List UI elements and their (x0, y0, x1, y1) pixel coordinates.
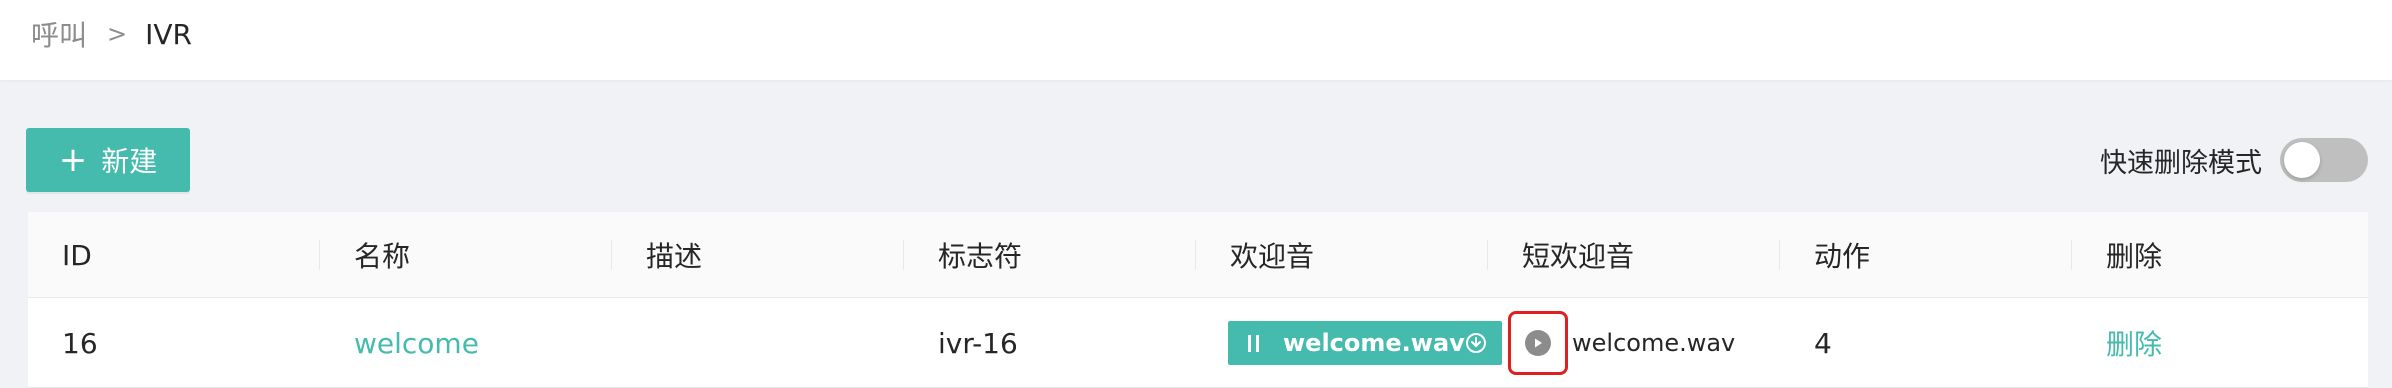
cell-delete: 删除 (2072, 298, 2368, 388)
delete-link[interactable]: 删除 (2106, 323, 2162, 363)
column-header-delete: 删除 (2106, 240, 2163, 273)
ivr-name-link[interactable]: welcome (354, 327, 479, 360)
table-header: ID 名称 描述 标志符 欢迎音 短欢迎音 动作 删除 (28, 212, 2368, 298)
cell-short-welcome-audio: welcome.wav (1488, 298, 1780, 388)
breadcrumb-call[interactable]: 呼叫 (31, 14, 87, 54)
cell-action: 4 (1814, 326, 1832, 360)
switch-knob (2284, 142, 2320, 178)
cell-identifier: ivr-16 (938, 326, 1018, 360)
column-header-action: 动作 (1780, 212, 2072, 298)
download-icon[interactable] (1465, 331, 1488, 355)
column-header-id: ID (28, 212, 320, 298)
quick-delete-label: 快速删除模式 (2100, 147, 2262, 179)
play-icon[interactable] (1525, 330, 1551, 356)
short-welcome-audio-filename: welcome.wav (1572, 329, 1736, 357)
top-bar: 呼叫 > IVR (0, 0, 2392, 80)
highlight-box (1508, 311, 1568, 375)
quick-delete-mode: 快速删除模式 (2100, 135, 2368, 185)
breadcrumb-separator: > (107, 20, 128, 48)
column-header-description: 描述 (612, 212, 904, 298)
cell-name: welcome (320, 298, 612, 388)
plus-icon: + (58, 140, 88, 180)
new-button[interactable]: + 新建 (26, 128, 190, 192)
column-header-short-welcome-audio: 短欢迎音 (1488, 212, 1780, 298)
welcome-audio-player: welcome.wav (1228, 321, 1502, 365)
short-welcome-audio-player: welcome.wav (1508, 311, 1736, 375)
welcome-audio-filename: welcome.wav (1283, 329, 1465, 357)
cell-welcome-audio: welcome.wav (1196, 298, 1502, 388)
column-header-welcome-audio: 欢迎音 (1196, 212, 1488, 298)
pause-icon[interactable] (1248, 334, 1259, 352)
breadcrumb-current: IVR (145, 17, 192, 51)
cell-description (612, 298, 904, 388)
cell-id: 16 (62, 326, 98, 360)
ivr-table: ID 名称 描述 标志符 欢迎音 短欢迎音 动作 删除 16 welcome i… (28, 212, 2368, 388)
quick-delete-switch[interactable] (2280, 138, 2368, 182)
breadcrumb: 呼叫 > IVR (31, 14, 192, 54)
column-header-name: 名称 (320, 212, 612, 298)
column-header-identifier: 标志符 (904, 212, 1196, 298)
table-row: 16 welcome ivr-16 welcome.wav welcome.wa… (28, 298, 2368, 388)
new-button-label: 新建 (101, 145, 158, 178)
